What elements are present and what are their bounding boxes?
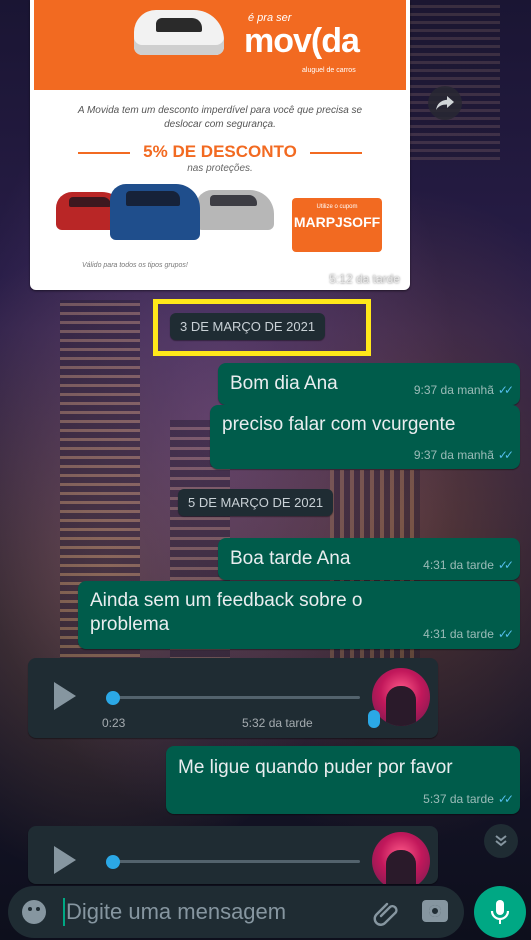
message-time: 9:37 da manhã [413,448,494,462]
camera-icon[interactable] [422,900,448,922]
message-text: Bom dia Ana [230,373,338,394]
forward-button[interactable] [428,86,462,120]
double-chevron-down-icon [495,835,507,847]
ad-cars-image [56,184,276,254]
forward-arrow-icon [436,96,454,110]
voice-progress-handle[interactable] [106,855,120,869]
message-time: 5:12 da tarde [329,272,400,286]
ad-banner-header: é pra ser mov(da aluguel de carros [34,0,406,90]
message-meta: 5:37 da tarde ✓✓ [423,792,514,806]
ad-coupon-code: MARPJSOFF [293,214,381,230]
message-time: 5:37 da tarde [423,792,494,806]
ad-brand-logo: mov(da [244,22,360,60]
mic-icon [368,710,380,728]
double-check-icon: ✓✓ [497,627,514,641]
scroll-to-bottom-button[interactable] [484,824,518,858]
message-time: 5:32 da tarde [242,716,313,730]
message-meta: 9:37 da manhã ✓✓ [413,383,514,397]
highlight-box [153,299,371,356]
double-check-icon: ✓✓ [497,558,514,572]
ad-brand-subtitle: aluguel de carros [302,67,356,74]
message-text: preciso falar com vcurgente [222,414,456,435]
outgoing-message[interactable]: Ainda sem um feedback sobre o problema 4… [78,581,520,649]
paperclip-icon[interactable] [372,898,400,926]
message-input[interactable] [66,894,356,930]
message-text: Ainda sem um feedback sobre o problema [90,590,363,635]
wallpaper-building [60,300,140,720]
double-check-icon: ✓✓ [497,448,514,462]
voice-message[interactable] [28,826,438,884]
message-meta: 4:31 da tarde ✓✓ [423,558,514,572]
message-text: Boa tarde Ana [230,548,351,569]
ad-car-blue [110,184,200,240]
mic-icon [490,900,510,924]
avatar [372,832,430,884]
message-meta: 4:31 da tarde ✓✓ [423,627,514,641]
outgoing-message[interactable]: preciso falar com vcurgente 9:37 da manh… [210,405,520,469]
emoji-icon[interactable] [22,900,46,924]
voice-record-button[interactable] [474,886,526,938]
ad-discount-subtitle: nas proteções. [187,163,253,174]
play-icon[interactable] [54,846,76,874]
avatar [372,668,430,726]
ad-discount-headline: 5% DE DESCONTO [50,142,390,162]
outgoing-message[interactable]: Me ligue quando puder por favor 5:37 da … [166,746,520,814]
message-text: Me ligue quando puder por favor [178,757,453,778]
ad-coupon: Utilize o cupom MARPJSOFF [292,198,382,252]
voice-duration: 0:23 [102,716,126,730]
ad-car-silver [196,190,274,230]
message-time: 4:31 da tarde [423,627,494,641]
play-icon[interactable] [54,682,76,710]
message-meta: 9:37 da manhã ✓✓ [413,448,514,462]
voice-message[interactable]: 0:23 5:32 da tarde [28,658,438,738]
ad-car-image [134,10,224,55]
message-time: 4:31 da tarde [423,558,494,572]
double-check-icon: ✓✓ [497,792,514,806]
ad-footnote: Válido para todos os tipos grupos! [82,262,188,269]
image-message[interactable]: é pra ser mov(da aluguel de carros A Mov… [30,0,410,290]
outgoing-message[interactable]: Bom dia Ana 9:37 da manhã ✓✓ [218,363,520,405]
outgoing-message[interactable]: Boa tarde Ana 4:31 da tarde ✓✓ [218,538,520,580]
ad-coupon-label: Utilize o cupom [316,204,358,210]
voice-progress-track[interactable] [110,696,360,699]
message-compose-bar [8,886,464,938]
double-check-icon: ✓✓ [497,383,514,397]
voice-progress-handle[interactable] [106,691,120,705]
date-separator: 5 DE MARÇO DE 2021 [178,489,334,516]
message-time: 9:37 da manhã [413,383,494,397]
ad-description: A Movida tem um desconto imperdível para… [77,105,363,130]
text-cursor [63,898,65,926]
voice-progress-track[interactable] [110,860,360,863]
